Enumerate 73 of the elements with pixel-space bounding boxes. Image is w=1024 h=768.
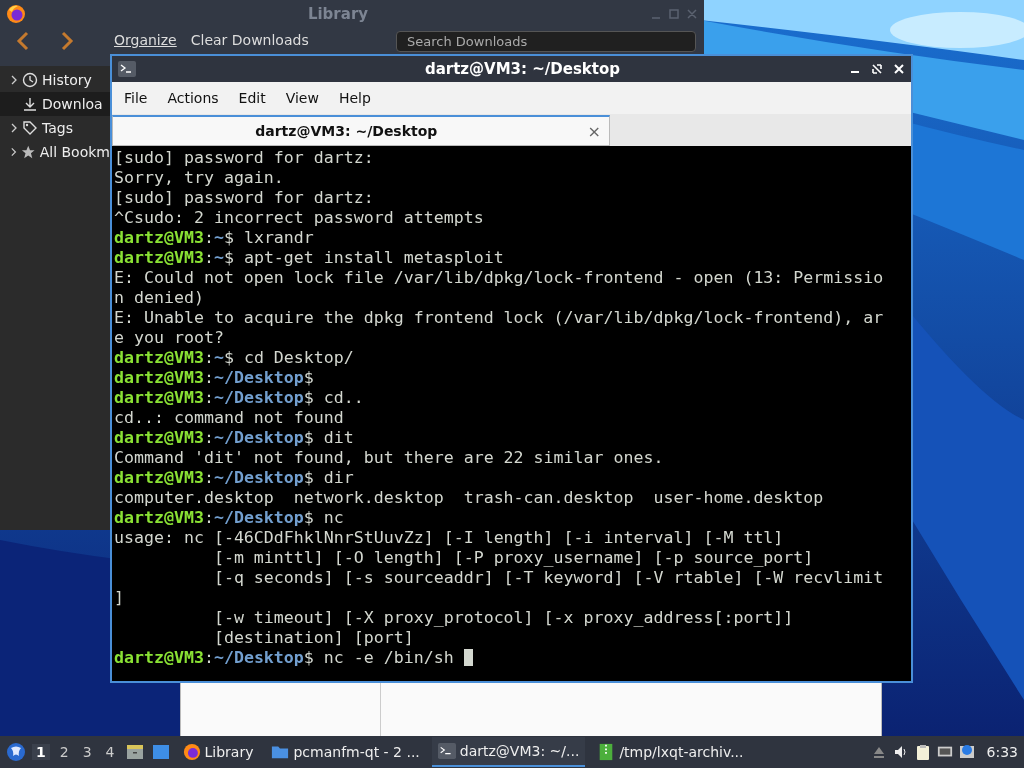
menu-item[interactable]: Actions [157, 90, 229, 106]
prompt-line: dartz@VM3:~$ lxrandr [114, 228, 315, 248]
clock-icon [22, 72, 38, 88]
output-line: [destination] [port] [212, 628, 414, 648]
desktop-icon[interactable] [150, 742, 171, 762]
prompt-line: dartz@VM3:~/Desktop$ nc -e /bin/sh [114, 648, 473, 668]
maximize-icon[interactable] [871, 63, 883, 75]
window-title: Library [306, 5, 370, 23]
prompt-line: dartz@VM3:~/Desktop$ dit [114, 428, 355, 448]
terminal-tab[interactable]: dartz@VM3: ~/Desktop × [112, 115, 610, 146]
expand-icon[interactable] [10, 75, 18, 85]
output-line: Sorry, try again. [114, 168, 284, 188]
menu-item[interactable]: Edit [228, 90, 276, 106]
taskbar-button[interactable]: dartz@VM3: ~/... [431, 737, 586, 767]
output-line: [-m minttl] [-O length] [-P proxy_username] [-p source_port] [212, 548, 814, 568]
menu-item[interactable]: Help [328, 90, 381, 106]
taskbar-button[interactable]: Library [176, 738, 260, 766]
sidebar-item[interactable]: History [0, 68, 110, 92]
search-field[interactable]: Search Downloads [396, 31, 696, 52]
prompt-line: dartz@VM3:~$ cd Desktop/ [114, 348, 355, 368]
prompt-line: dartz@VM3:~/Desktop$ cd.. [114, 388, 365, 408]
clock: 6:33 [986, 744, 1018, 760]
tag-icon [22, 120, 38, 136]
output-line: ^Csudo: 2 incorrect password attempts [114, 208, 484, 228]
output-line: [sudo] password for dartz: [114, 188, 374, 208]
window-title: dartz@VM3: ~/Desktop [423, 60, 622, 78]
terminal-icon [118, 61, 136, 77]
output-line: e you root? [114, 328, 224, 348]
download-icon [22, 96, 38, 112]
prompt-line: dartz@VM3:~$ apt-get install metasploit [114, 248, 505, 268]
output-line: computer.desktop network.desktop trash-can.desktop user-home.desktop [114, 488, 824, 508]
prompt-line: dartz@VM3:~/Desktop$ dir [114, 468, 355, 488]
expand-icon[interactable] [10, 123, 18, 133]
output-line: Command 'dit' not found, but there are 22 similar ones. [114, 448, 664, 468]
desktop-switch[interactable]: 1 [32, 744, 50, 760]
clipboard-icon[interactable] [914, 744, 931, 760]
organize-menu[interactable]: Organize [114, 32, 177, 48]
output-line: E: Could not open lock file /var/lib/dpkg/lock-frontend - open (13: Permissio [114, 268, 884, 288]
desktop-switch[interactable]: 3 [78, 744, 96, 760]
output-line: cd..: command not found [114, 408, 344, 428]
sidebar-item[interactable]: Downloa [0, 92, 110, 116]
volume-icon[interactable] [892, 744, 909, 760]
notification-icon[interactable] [958, 744, 975, 760]
sidebar-item[interactable]: Tags [0, 116, 110, 140]
menu-item[interactable]: File [114, 90, 158, 106]
star-icon [21, 144, 36, 160]
start-menu-icon[interactable] [6, 742, 26, 762]
taskbar-button[interactable]: pcmanfm-qt - 2 ... [265, 738, 426, 766]
sidebar-item[interactable]: All Bookm [0, 140, 110, 164]
menu-item[interactable]: View [275, 90, 329, 106]
prompt-line: dartz@VM3:~/Desktop$ nc [114, 508, 345, 528]
close-icon[interactable] [893, 63, 905, 75]
desktop-switch[interactable]: 2 [55, 744, 73, 760]
firefox-icon [6, 4, 26, 24]
text-cursor [463, 649, 473, 666]
output-line: ] [114, 588, 124, 608]
output-line: E: Unable to acquire the dpkg frontend lock (/var/lib/dpkg/lock-frontend), ar [114, 308, 884, 328]
output-line: usage: nc [-46CDdFhklNnrStUuvZz] [-I length] [-i interval] [-M ttl] [114, 528, 784, 548]
prompt-line: dartz@VM3:~/Desktop$ [114, 368, 315, 388]
back-icon[interactable] [16, 31, 30, 51]
clear-downloads-button[interactable]: Clear Downloads [190, 32, 309, 48]
output-line: [-w timeout] [-X proxy_protocol] [-x proxy_address[:port]] [212, 608, 794, 628]
output-line: [-q seconds] [-s sourceaddr] [-T keyword] [-V rtable] [-W recvlimit [212, 568, 884, 588]
terminal-icon [437, 742, 456, 760]
firefox-icon [182, 743, 201, 761]
close-tab-button[interactable]: × [579, 121, 609, 141]
forward-icon[interactable] [60, 31, 74, 51]
desktop-switch[interactable]: 4 [101, 744, 119, 760]
output-line: [sudo] password for dartz: [114, 148, 374, 168]
expand-icon[interactable] [10, 147, 18, 157]
file-cabinet-icon[interactable] [124, 742, 145, 762]
output-line: n denied) [114, 288, 204, 308]
taskbar-button[interactable]: /tmp/lxqt-archiv... [591, 738, 750, 766]
